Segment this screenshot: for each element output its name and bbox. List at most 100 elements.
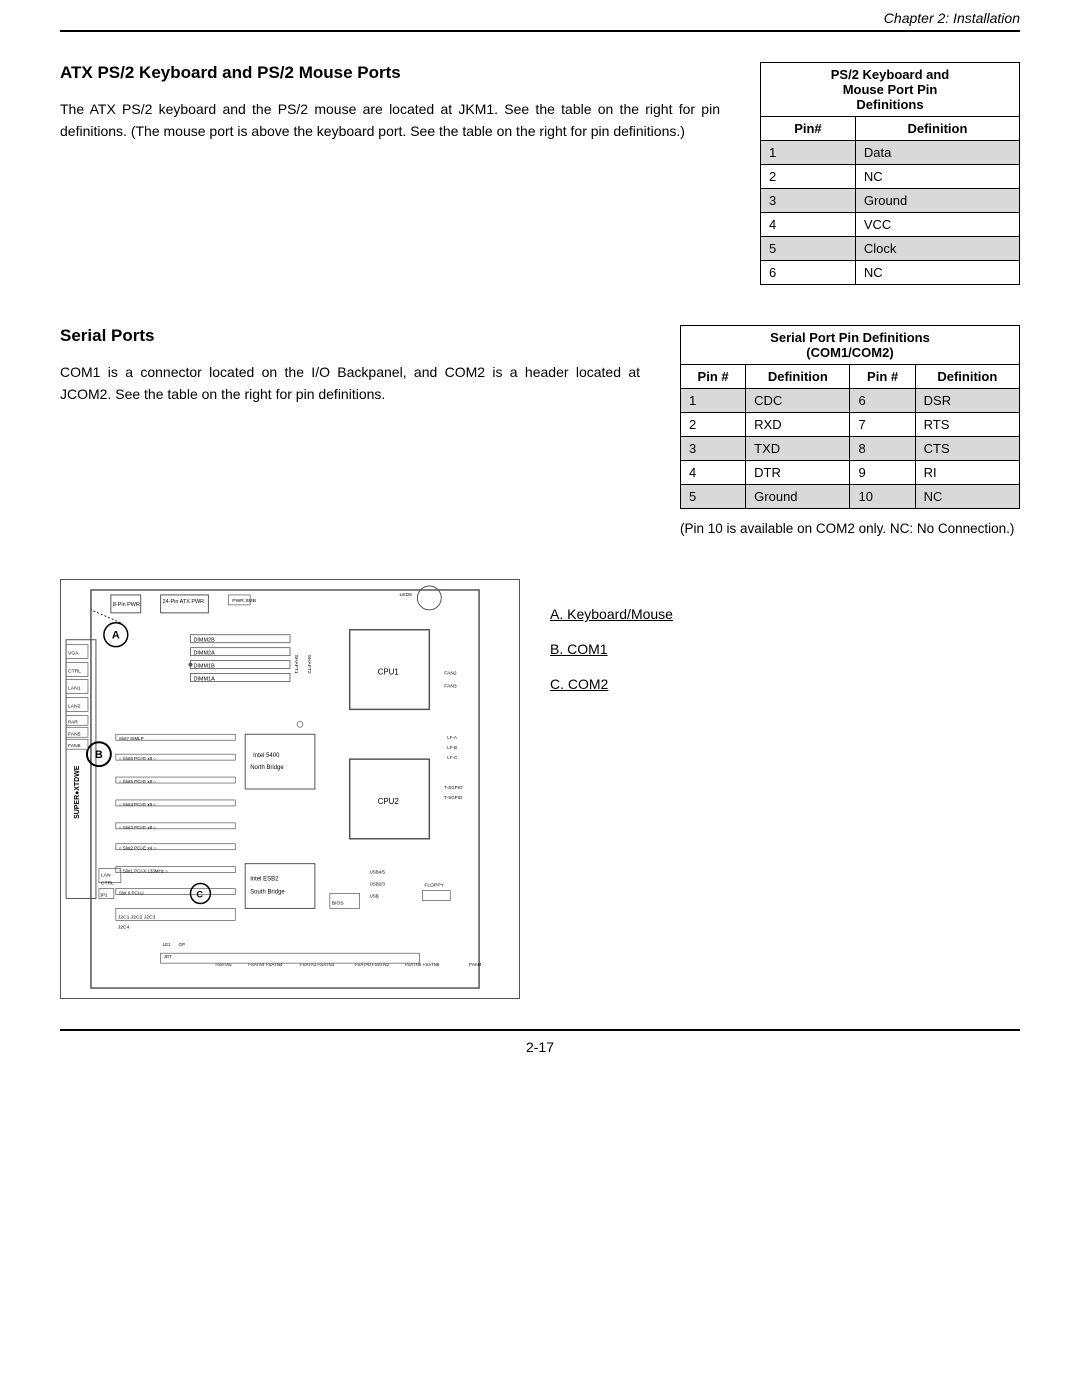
svg-text:FAN5: FAN5 (68, 732, 81, 738)
pin-number: 2 (761, 165, 856, 189)
page: Chapter 2: Installation ATX PS/2 Keyboar… (0, 0, 1080, 1397)
svg-text:PWR SMB: PWR SMB (232, 598, 256, 604)
svg-text:LF-B: LF-B (447, 745, 457, 750)
svg-text:LAN2: LAN2 (68, 704, 81, 710)
svg-text:SHAFT2: SHAFT2 (306, 655, 312, 674)
svg-text:T-SGPIO: T-SGPIO (444, 795, 463, 800)
table-row: 2NC (761, 165, 1020, 189)
svg-text:Intel 5400: Intel 5400 (253, 753, 280, 759)
svg-text:○ Slot6 PCI-E x8 ○: ○ Slot6 PCI-E x8 ○ (119, 756, 156, 761)
ps2-table-title: PS/2 Keyboard and Mouse Port Pin Definit… (761, 63, 1020, 117)
pin-number: 5 (681, 485, 746, 509)
table-row: 1Data (761, 141, 1020, 165)
pin-definition: NC (855, 261, 1019, 285)
svg-text:J2C1 J2C2 J2C3: J2C1 J2C2 J2C3 (118, 915, 156, 921)
pin-number-2: 10 (850, 485, 915, 509)
svg-text:LED5: LED5 (399, 592, 412, 598)
svg-text:USB2/3: USB2/3 (370, 882, 386, 887)
svg-text:PAR: PAR (68, 720, 78, 726)
pin-definition: Ground (855, 189, 1019, 213)
svg-text:JP1: JP1 (100, 893, 108, 898)
pin-definition: DTR (746, 461, 850, 485)
svg-text:USB4/5: USB4/5 (370, 870, 386, 875)
serial-col3: Pin # (850, 365, 915, 389)
svg-text:T-SGPIO: T-SGPIO (444, 785, 463, 790)
svg-text:CPU2: CPU2 (378, 797, 400, 806)
pin-definition: Clock (855, 237, 1019, 261)
svg-text:Slot 0 PCI-U: Slot 0 PCI-U (119, 891, 144, 896)
pin-definition-2: NC (915, 485, 1019, 509)
page-number: 2-17 (60, 1029, 1020, 1055)
pin-definition: NC (855, 165, 1019, 189)
pin-definition-2: RTS (915, 413, 1019, 437)
diagram-labels-area: A. Keyboard/Mouse B. COM1 C. COM2 (550, 579, 1020, 999)
svg-text:LAN: LAN (101, 873, 111, 879)
table-row: 5Clock (761, 237, 1020, 261)
pin-number: 3 (761, 189, 856, 213)
pin-number-2: 6 (850, 389, 915, 413)
label-b-text: B. COM1 (550, 634, 608, 665)
table-row: 3 TXD 8 CTS (681, 437, 1020, 461)
ps2-pin-table: PS/2 Keyboard and Mouse Port Pin Definit… (760, 62, 1020, 285)
svg-text:24-Pin ATX PWR: 24-Pin ATX PWR (163, 599, 205, 605)
svg-text:SUPER●XTDWE: SUPER●XTDWE (74, 765, 81, 819)
svg-text:B: B (95, 749, 103, 761)
table-row: 4 DTR 9 RI (681, 461, 1020, 485)
pin-number: 1 (681, 389, 746, 413)
serial-col2: Definition (746, 365, 850, 389)
pin-number: 3 (681, 437, 746, 461)
svg-text:FAN2: FAN2 (444, 671, 457, 677)
svg-text:FAN6: FAN6 (68, 743, 81, 749)
pin-number: 4 (761, 213, 856, 237)
label-a: A. Keyboard/Mouse (550, 599, 1020, 630)
table-row: 4VCC (761, 213, 1020, 237)
serial-note: (Pin 10 is available on COM2 only. NC: N… (680, 519, 1020, 539)
serial-pin-table: Serial Port Pin Definitions (COM1/COM2) … (680, 325, 1020, 509)
pin-definition: VCC (855, 213, 1019, 237)
svg-text:A: A (112, 630, 120, 642)
svg-text:DIMM2B: DIMM2B (193, 638, 215, 644)
svg-text:C: C (196, 890, 203, 900)
pin-number-2: 7 (850, 413, 915, 437)
pin-definition-2: DSR (915, 389, 1019, 413)
pin-definition: Ground (746, 485, 850, 509)
svg-text:J2C4: J2C4 (118, 925, 130, 931)
pin-number-2: 8 (850, 437, 915, 461)
ps2-content-left: ATX PS/2 Keyboard and PS/2 Mouse Ports T… (60, 62, 720, 285)
svg-text:8-Pin PWR: 8-Pin PWR (113, 602, 140, 608)
table-row: 6NC (761, 261, 1020, 285)
ps2-table-area: PS/2 Keyboard and Mouse Port Pin Definit… (760, 62, 1020, 285)
ps2-section-body: The ATX PS/2 keyboard and the PS/2 mouse… (60, 98, 720, 143)
serial-content-left: Serial Ports COM1 is a connector located… (60, 325, 640, 539)
chapter-title: Chapter 2: Installation (884, 10, 1020, 26)
svg-text:JDT: JDT (164, 954, 172, 959)
pin-definition: TXD (746, 437, 850, 461)
svg-text:DIMM1A: DIMM1A (193, 677, 215, 683)
svg-text:CPU1: CPU1 (378, 668, 400, 677)
serial-col4: Definition (915, 365, 1019, 389)
svg-text:○ Slot2 PCI-E x4 ○: ○ Slot2 PCI-E x4 ○ (119, 846, 156, 851)
svg-text:Intel ESB2: Intel ESB2 (250, 877, 279, 883)
table-row: 1 CDC 6 DSR (681, 389, 1020, 413)
serial-table-title: Serial Port Pin Definitions (COM1/COM2) (681, 326, 1020, 365)
pin-number: 5 (761, 237, 856, 261)
svg-text:FLOPPY: FLOPPY (424, 883, 444, 889)
svg-text:North Bridge: North Bridge (250, 765, 284, 771)
svg-text:○ Slot1 PCI-X 133MHz ○: ○ Slot1 PCI-X 133MHz ○ (119, 869, 168, 874)
pin-number: 6 (761, 261, 856, 285)
label-c-text: C. COM2 (550, 669, 608, 700)
svg-text:LE1: LE1 (163, 942, 171, 947)
chapter-header: Chapter 2: Installation (60, 0, 1020, 32)
svg-text:VGA: VGA (68, 651, 79, 657)
label-a-text: A. Keyboard/Mouse (550, 599, 673, 630)
ps2-col-def: Definition (855, 117, 1019, 141)
pin-definition: CDC (746, 389, 850, 413)
table-row: 2 RXD 7 RTS (681, 413, 1020, 437)
svg-text:CTRL: CTRL (68, 669, 81, 675)
motherboard-diagram: SUPER●XTDWE 8-Pin PWR 24-Pin ATX PWR PWR… (60, 579, 520, 999)
bottom-section: SUPER●XTDWE 8-Pin PWR 24-Pin ATX PWR PWR… (60, 579, 1020, 999)
motherboard-svg: SUPER●XTDWE 8-Pin PWR 24-Pin ATX PWR PWR… (61, 580, 519, 998)
pin-definition: Data (855, 141, 1019, 165)
svg-text:○ Slot4 PCI-E x8 ○: ○ Slot4 PCI-E x8 ○ (119, 802, 156, 807)
svg-text:South Bridge: South Bridge (250, 890, 285, 896)
